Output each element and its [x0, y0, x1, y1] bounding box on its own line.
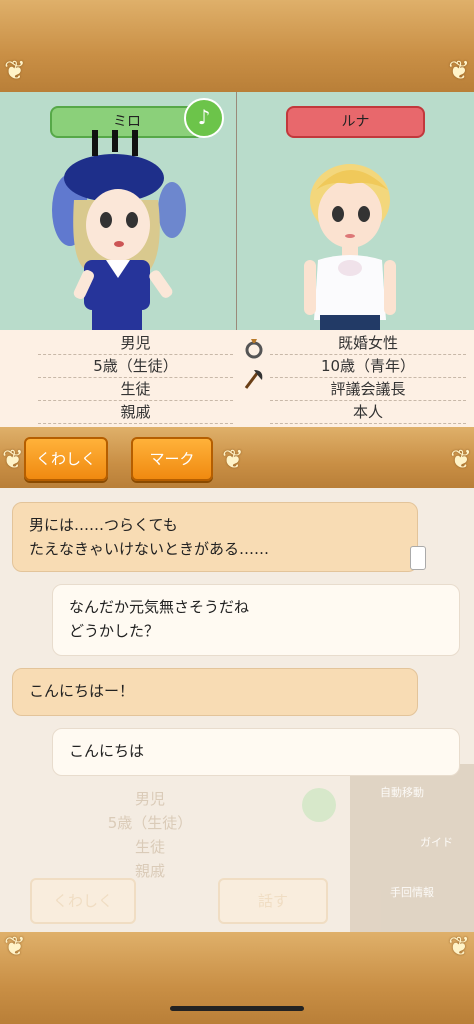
bottom-wood-bar: ❦ ❦	[0, 932, 474, 1024]
ornament-right-2: ❦	[450, 445, 472, 475]
left-info-relation: 親戚	[38, 401, 233, 424]
ghost-info-age: 5歳（生徒）	[107, 814, 193, 832]
ghost-details-button: くわしく	[30, 878, 136, 924]
right-info-relation: 本人	[270, 401, 466, 424]
message-4: こんにちは	[52, 728, 460, 776]
ornament-left-2: ❦	[2, 445, 24, 475]
message-1: 男には……つらくても たえなきゃいけないときがある……	[12, 502, 418, 572]
ghost-info-gender: 男児	[134, 790, 165, 808]
chat-area[interactable]: 男児 5歳（生徒） 生徒 親戚 くわしく 話す 自動移動 ガイド 手回情報 男に…	[0, 488, 474, 932]
ghost-music-icon	[302, 788, 336, 822]
ornament-bottom-left: ❦	[4, 932, 26, 962]
ornament-left: ❦	[4, 56, 26, 86]
top-wood-bar: ❦ ❦	[0, 0, 474, 92]
right-info-column: 既婚女性 10歳（青年） 評議会議長 本人	[270, 332, 466, 424]
scroll-handle-icon[interactable]	[410, 546, 426, 570]
home-indicator[interactable]	[170, 1006, 304, 1011]
ghost-menu-info: 手回情報	[390, 886, 434, 899]
details-button[interactable]: くわしく	[24, 437, 108, 481]
left-info-gender: 男児	[38, 332, 233, 355]
ornament-center: ❦	[222, 445, 244, 475]
right-info-job: 評議会議長	[270, 378, 466, 401]
left-character-avatar[interactable]	[40, 130, 200, 330]
ghost-menu-auto: 自動移動	[380, 786, 424, 799]
right-character-avatar[interactable]	[290, 150, 420, 330]
ornament-bottom-right: ❦	[448, 932, 470, 962]
message-3: こんにちはー！	[12, 668, 418, 716]
ghost-menu-guide: ガイド	[420, 836, 453, 849]
right-info-status: 既婚女性	[270, 332, 466, 355]
ghost-info-job: 生徒	[134, 838, 165, 856]
axe-icon	[244, 370, 263, 389]
ghost-talk-button: 話す	[218, 878, 328, 924]
ornament-right: ❦	[448, 56, 470, 86]
right-character-name: ルナ	[286, 106, 425, 138]
left-info-column: 男児 5歳（生徒） 生徒 親戚	[38, 332, 233, 424]
mark-button[interactable]: マーク	[131, 437, 213, 481]
message-2: なんだか元気無さそうだね どうかした？	[52, 584, 460, 656]
right-info-age: 10歳（青年）	[270, 355, 466, 378]
left-info-age: 5歳（生徒）	[38, 355, 233, 378]
ring-icon	[245, 339, 263, 359]
left-info-job: 生徒	[38, 378, 233, 401]
ghost-menu-panel: 自動移動 ガイド 手回情報	[350, 764, 474, 932]
